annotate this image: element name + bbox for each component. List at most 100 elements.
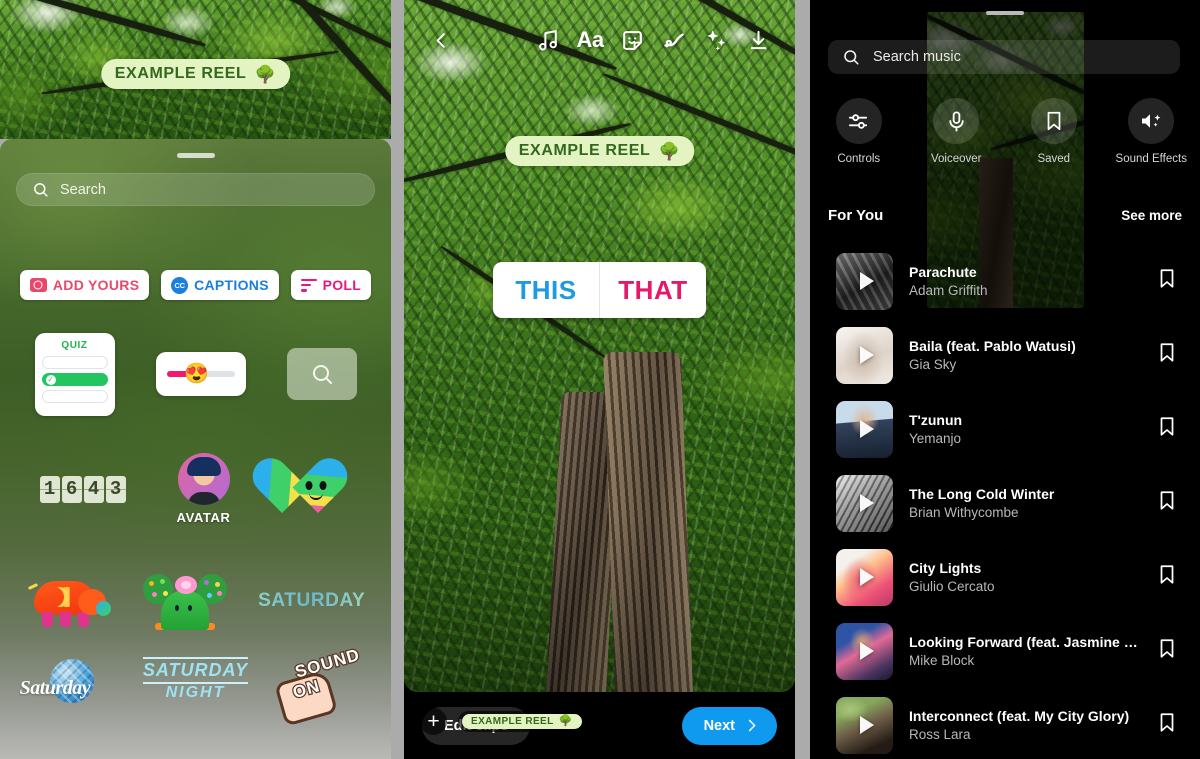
song-artwork — [836, 548, 893, 606]
bookmark-icon — [1030, 98, 1077, 144]
sticker-saturday-night[interactable]: SATURDAY NIGHT — [142, 657, 249, 702]
counter-digit: 3 — [105, 475, 126, 503]
text-aa-icon[interactable]: Aa — [569, 23, 611, 57]
song-artist: Giulio Cercato — [909, 579, 995, 594]
song-title: Parachute — [909, 264, 977, 280]
download-icon[interactable] — [737, 23, 779, 57]
earth-heart-icon — [281, 457, 351, 521]
sticker-sound-on[interactable]: SOUND ON — [274, 644, 371, 727]
sticker-search-placeholder: Search — [60, 181, 106, 198]
sticker-elephant[interactable] — [26, 575, 112, 627]
sticker-grid: ADD YOURS CC CAPTIONS POLL QUIZ ✓ 😍 1 6 … — [0, 255, 391, 759]
sticker-hill-trees[interactable] — [142, 572, 227, 630]
video-canvas[interactable] — [404, 0, 795, 692]
this-option[interactable]: THIS — [493, 262, 600, 318]
bookmark-icon[interactable] — [1156, 340, 1178, 370]
sticker-smiley-icon[interactable] — [611, 23, 653, 57]
sticker-disco-saturday[interactable]: Saturday — [20, 657, 116, 713]
screenshot-stage: EXAMPLE REEL 🌳 Search ADD YOURS CC CAPTI… — [0, 0, 1200, 759]
table-row[interactable]: Parachute Adam Griffith — [810, 244, 1200, 318]
add-sticker-button[interactable]: + — [420, 708, 447, 735]
sheet-drag-handle[interactable] — [986, 11, 1024, 15]
reel-title-sticker: EXAMPLE REEL 🌳 — [100, 59, 291, 89]
next-button[interactable]: Next — [681, 706, 777, 745]
music-action-label: Controls — [837, 153, 881, 165]
table-row[interactable]: City Lights Giulio Cercato — [810, 540, 1200, 614]
music-action-voiceover[interactable]: Voiceover — [908, 98, 1006, 165]
music-note-icon[interactable] — [527, 23, 569, 57]
tree-icon: 🌳 — [558, 715, 573, 727]
music-action-saved[interactable]: Saved — [1005, 98, 1103, 165]
song-artist: Mike Block — [909, 653, 975, 668]
sticker-counter[interactable]: 1 6 4 3 — [39, 475, 126, 503]
song-artist: Ross Lara — [909, 727, 971, 742]
search-icon — [34, 183, 48, 197]
sticker-search-input[interactable]: Search — [16, 173, 375, 206]
saturday-night-line2: NIGHT — [165, 684, 226, 701]
song-artist: Adam Griffith — [909, 283, 988, 298]
bookmark-icon[interactable] — [1156, 710, 1178, 740]
song-artwork — [836, 400, 893, 458]
slider-track: 😍 — [166, 364, 235, 384]
reel-title-text: EXAMPLE REEL — [114, 65, 247, 82]
bookmark-icon[interactable] — [1156, 562, 1178, 592]
that-option[interactable]: THAT — [600, 262, 706, 318]
bookmark-icon[interactable] — [1156, 488, 1178, 518]
tree-icon: 🌳 — [254, 64, 277, 84]
music-search-input[interactable]: Search music — [828, 40, 1180, 74]
see-more-link[interactable]: See more — [1121, 208, 1182, 223]
play-icon — [859, 568, 874, 586]
sparkles-icon[interactable] — [695, 23, 737, 57]
sticker-label: ADD YOURS — [52, 277, 140, 293]
table-row[interactable]: Baila (feat. Pablo Watusi) Gia Sky — [810, 318, 1200, 392]
back-chevron-icon[interactable] — [420, 23, 462, 57]
saturday-label: SATURDAY — [258, 590, 366, 611]
sticker-emoji-slider[interactable]: 😍 — [155, 352, 246, 396]
song-artwork — [836, 622, 893, 680]
song-artwork — [836, 252, 893, 310]
reel-chip-text: EXAMPLE REEL — [471, 716, 554, 727]
sticker-tray-panel: EXAMPLE REEL 🌳 Search ADD YOURS CC CAPTI… — [0, 0, 391, 759]
section-title: For You — [828, 207, 884, 224]
sticker-saturday-text[interactable]: SATURDAY — [258, 590, 365, 612]
microphone-icon — [933, 98, 980, 144]
sticker-label: CAPTIONS — [194, 277, 269, 293]
bookmark-icon[interactable] — [1156, 636, 1178, 666]
sheet-drag-handle[interactable] — [176, 153, 215, 158]
sticker-captions[interactable]: CC CAPTIONS — [161, 270, 279, 300]
table-row[interactable]: Interconnect (feat. My City Glory) Ross … — [810, 688, 1200, 759]
sticker-add-yours[interactable]: ADD YOURS — [19, 270, 150, 300]
sticker-quiz[interactable]: QUIZ — [34, 332, 115, 416]
reel-title-sticker[interactable]: EXAMPLE REEL 🌳 — [504, 136, 695, 166]
sticker-row: Saturday SATURDAY NIGHT SOUND ON — [0, 644, 391, 737]
draw-squiggle-icon[interactable] — [653, 23, 695, 57]
music-action-sound-effects[interactable]: Sound Effects — [1103, 98, 1200, 165]
sliders-icon — [835, 98, 882, 144]
song-meta: City Lights Giulio Cercato — [909, 560, 1140, 594]
play-icon — [859, 272, 874, 290]
saturday-night-line1: SATURDAY — [142, 657, 249, 684]
song-artwork — [836, 326, 893, 384]
avatar — [177, 453, 230, 505]
this-that-sticker[interactable]: THIS THAT — [493, 262, 706, 318]
song-meta: The Long Cold Winter Brian Withycombe — [909, 486, 1140, 520]
avatar-label: AVATAR — [176, 510, 231, 525]
song-meta: Parachute Adam Griffith — [909, 264, 1140, 298]
camera-icon — [29, 278, 47, 292]
reel-sticker-chip[interactable]: EXAMPLE REEL 🌳 — [458, 711, 586, 732]
bookmark-icon[interactable] — [1156, 414, 1178, 444]
music-action-row: Controls Voiceover Saved Sound Effects — [810, 98, 1200, 165]
sticker-avatar[interactable]: AVATAR — [177, 453, 231, 525]
bookmark-icon[interactable] — [1156, 266, 1178, 296]
music-action-controls[interactable]: Controls — [810, 98, 908, 165]
table-row[interactable]: T'zunun Yemanjo — [810, 392, 1200, 466]
table-row[interactable]: Looking Forward (feat. Jasmine Chen) Mik… — [810, 614, 1200, 688]
song-artist: Yemanjo — [909, 431, 962, 446]
search-icon — [844, 50, 859, 65]
song-meta: Looking Forward (feat. Jasmine Chen) Mik… — [909, 634, 1140, 668]
table-row[interactable]: The Long Cold Winter Brian Withycombe — [810, 466, 1200, 540]
sticker-poll[interactable]: POLL — [290, 270, 372, 300]
sticker-earth-heart[interactable] — [281, 457, 351, 521]
sticker-row: QUIZ 😍 — [0, 315, 391, 433]
sticker-search-tile[interactable] — [286, 348, 357, 400]
